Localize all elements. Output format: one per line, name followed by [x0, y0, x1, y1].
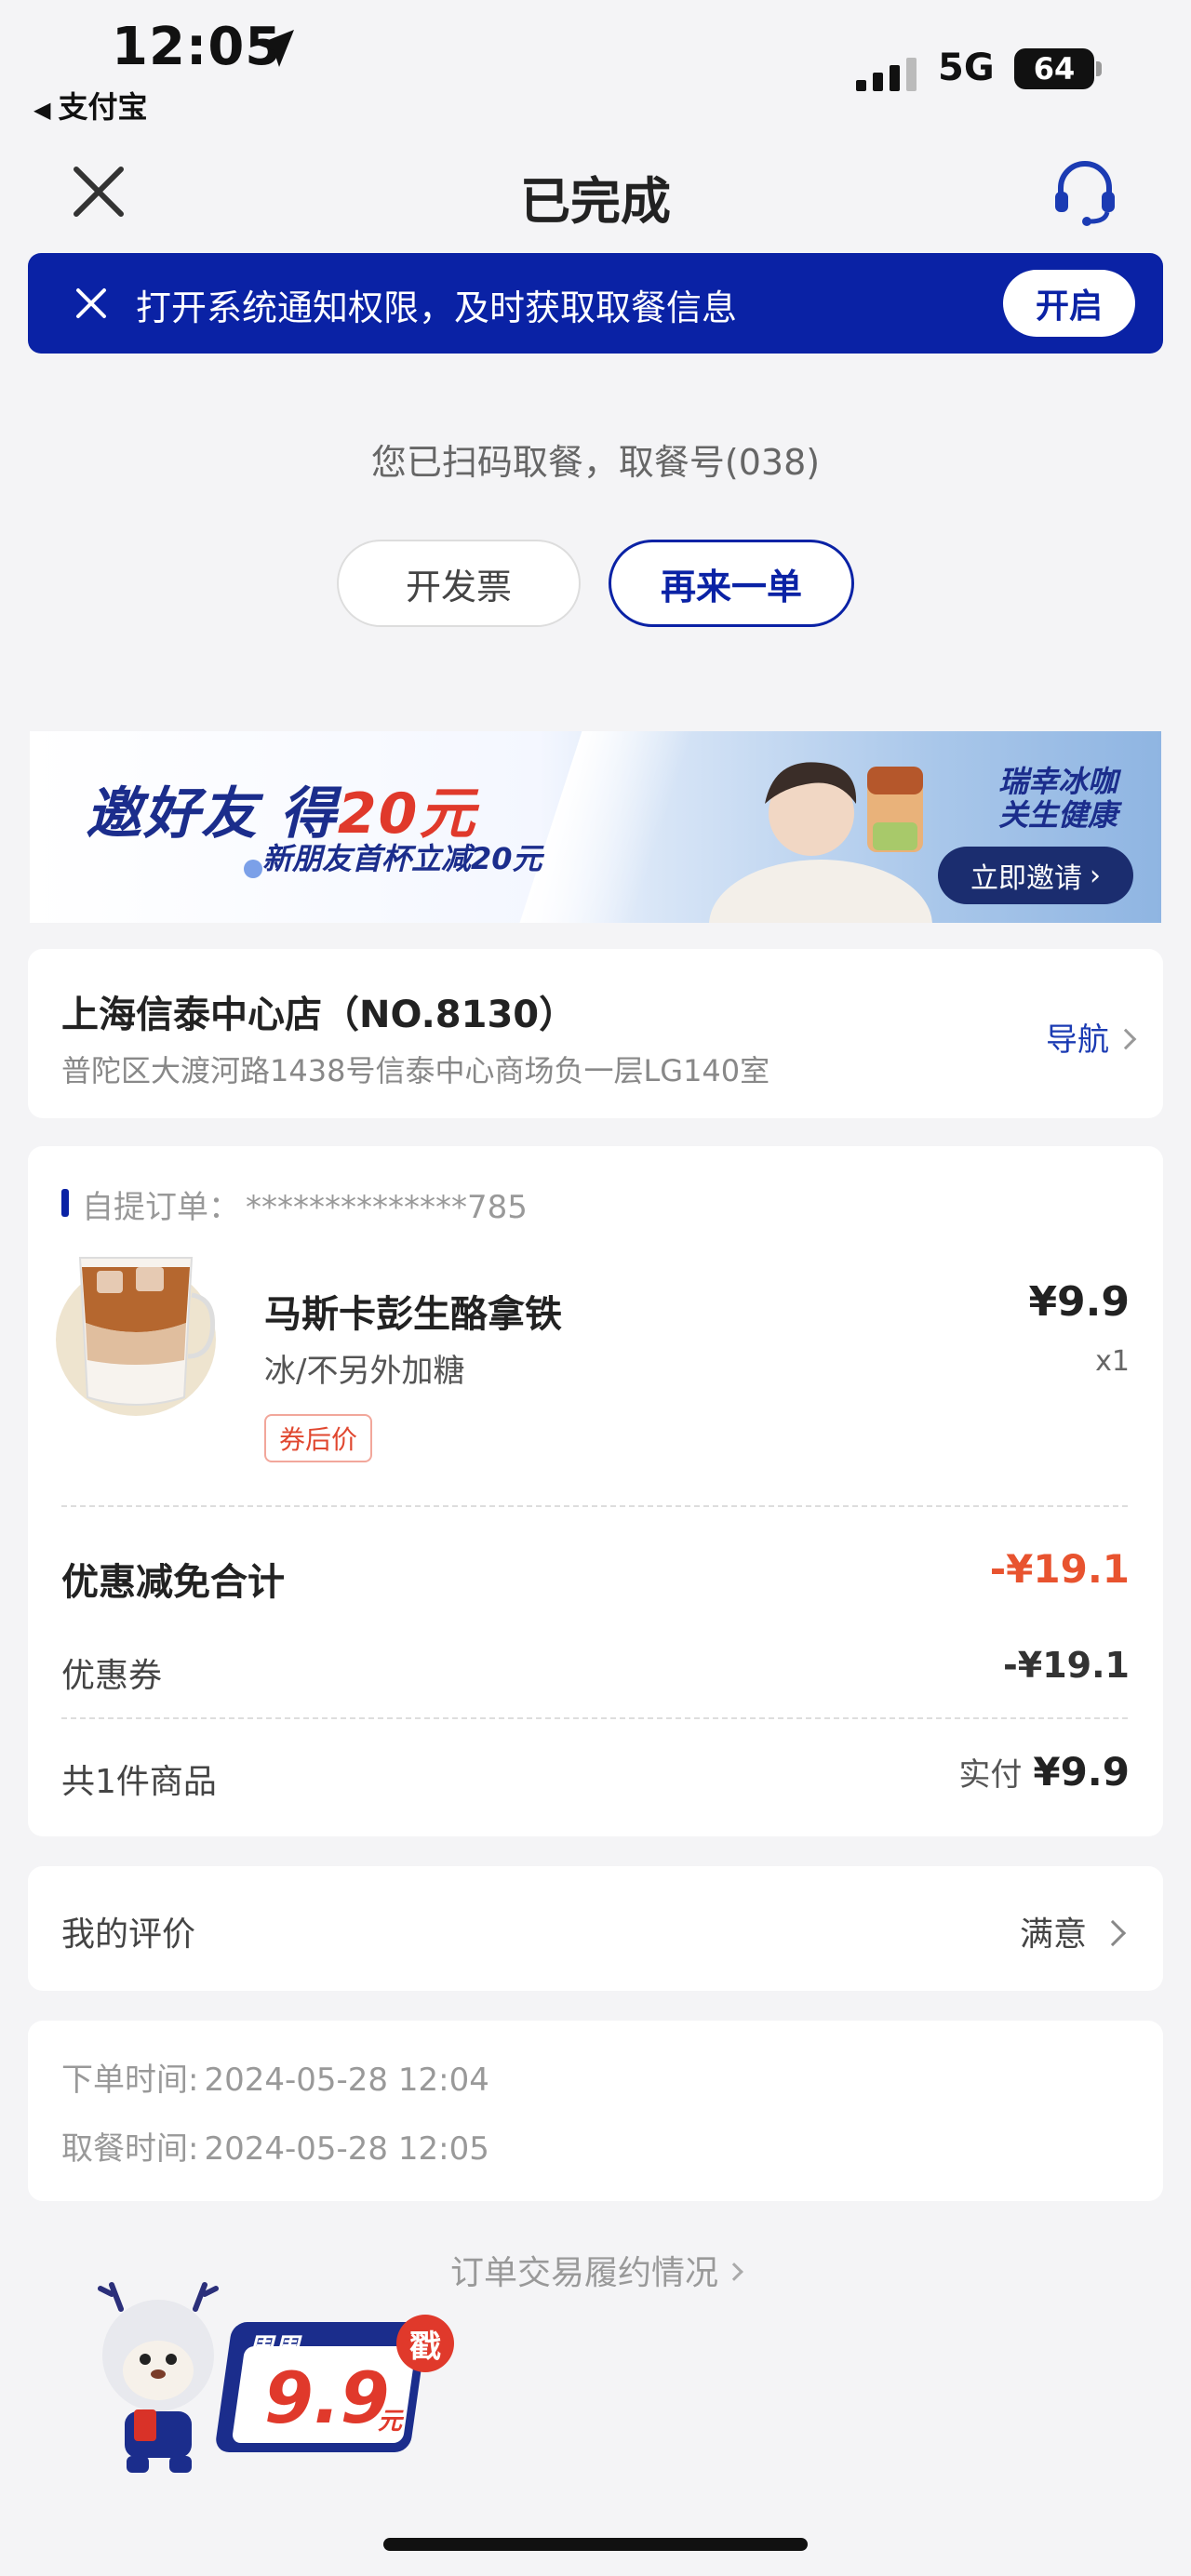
coupon-label: 优惠券 — [61, 1657, 163, 1695]
reorder-button[interactable]: 再来一单 — [609, 540, 854, 627]
divider — [61, 1505, 1128, 1507]
headset-icon[interactable] — [1050, 156, 1120, 227]
product-quantity: x1 — [1095, 1345, 1130, 1378]
chevron-right-icon — [1099, 1919, 1127, 1947]
back-triangle-icon: ◀ — [33, 97, 51, 123]
order-card: 自提订单： **************785 马斯卡彭生酪拿铁 冰/不另外加糖 … — [28, 1146, 1163, 1836]
divider — [61, 1717, 1128, 1719]
store-address: 普陀区大渡河路1438号信泰中心商场负一层LG140室 — [61, 1053, 770, 1088]
battery-indicator: 64 — [1014, 48, 1094, 89]
coupon-price-tag: 券后价 — [264, 1414, 373, 1462]
page-title: 已完成 — [520, 172, 671, 231]
notification-banner: 打开系统通知权限，及时获取取餐信息 开启 — [28, 253, 1163, 354]
signal-icon — [856, 54, 919, 91]
paid-amount: 实付 ¥9.9 — [958, 1749, 1130, 1795]
coupon-value: -¥19.1 — [1003, 1645, 1130, 1686]
promo-slogan: 瑞幸冰咖 关生健康 — [997, 764, 1117, 833]
battery-cap — [1096, 61, 1102, 76]
navigate-button[interactable]: 导航 — [1046, 1014, 1137, 1060]
item-count: 共1件商品 — [61, 1763, 217, 1801]
product-price: ¥9.9 — [1028, 1278, 1130, 1326]
chevron-right-icon — [725, 2262, 743, 2281]
back-app-name: 支付宝 — [58, 89, 148, 125]
chevron-right-icon: › — [1090, 859, 1101, 892]
badge-unit: 元 — [378, 2408, 403, 2436]
order-time: 下单时间: 2024-05-28 12:04 — [61, 2062, 489, 2099]
product-spec: 冰/不另外加糖 — [264, 1353, 465, 1390]
promo-model-image — [709, 762, 932, 923]
discount-title: 优惠减免合计 — [61, 1561, 285, 1604]
invoice-button[interactable]: 开发票 — [337, 540, 581, 627]
invite-promo-banner[interactable]: 邀好友 得20元 新朋友首杯立减20元 瑞幸冰咖 关生健康 立即邀请 › — [30, 731, 1161, 923]
badge-stamp: 戳 — [396, 2315, 454, 2372]
store-card: 上海信泰中心店（NO.8130） 普陀区大渡河路1438号信泰中心商场负一层LG… — [28, 949, 1163, 1118]
notification-close-icon[interactable] — [69, 281, 114, 326]
store-name: 上海信泰中心店（NO.8130） — [61, 994, 577, 1036]
product-image — [56, 1257, 216, 1416]
network-type: 5G — [938, 47, 995, 89]
promo-dot — [244, 860, 262, 878]
pickup-time: 取餐时间: 2024-05-28 12:05 — [61, 2130, 489, 2168]
invite-button[interactable]: 立即邀请 › — [938, 847, 1133, 904]
paid-label: 实付 — [958, 1756, 1023, 1794]
promo-subtitle: 新朋友首杯立减20元 — [262, 841, 542, 876]
order-accent-bar — [61, 1189, 69, 1217]
discount-total: -¥19.1 — [989, 1546, 1130, 1592]
enable-notification-button[interactable]: 开启 — [1003, 270, 1135, 337]
notification-text: 打开系统通知权限，及时获取取餐信息 — [136, 287, 738, 328]
review-label: 我的评价 — [61, 1915, 196, 1954]
location-arrow-icon — [257, 30, 294, 67]
home-indicator — [383, 2538, 808, 2551]
pickup-message: 您已扫码取餐，取餐号(038) — [370, 442, 821, 483]
product-name: 马斯卡彭生酪拿铁 — [264, 1293, 562, 1336]
promo-divider — [519, 731, 694, 923]
badge-price: 9.9 — [264, 2356, 390, 2439]
mascot-promo-badge[interactable]: 周周 9.9 元 戳 — [84, 2281, 475, 2478]
review-row[interactable]: 我的评价 满意 — [28, 1866, 1163, 1991]
time-card: 下单时间: 2024-05-28 12:04 取餐时间: 2024-05-28 12… — [28, 2021, 1163, 2201]
review-value: 满意 — [1020, 1907, 1127, 1955]
chevron-right-icon — [1115, 1028, 1137, 1049]
paid-value: ¥9.9 — [1033, 1749, 1130, 1795]
order-number: 自提订单： **************785 — [82, 1189, 528, 1226]
back-to-app[interactable]: ◀ 支付宝 — [33, 84, 147, 127]
